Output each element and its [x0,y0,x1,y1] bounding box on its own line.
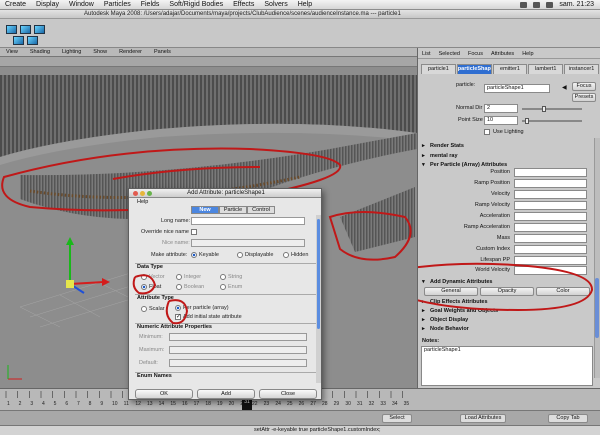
window-title: Autodesk Maya 2008: /Users/adajar/Docume… [0,10,600,19]
timeline-tick-label: 25 [287,401,293,407]
timeline-tick-label: 8 [89,401,92,407]
shelf [0,19,600,48]
timeline-tick-label: 9 [100,401,103,407]
shelf-tool-icon[interactable] [6,25,17,34]
timeline-tick-label: 34 [392,401,398,407]
timeline-tick-label: 23 [264,401,270,407]
timeline-tick-label: 20 [229,401,235,407]
timeline-tick-label: 29 [334,401,340,407]
shelf-tool-icon[interactable] [34,25,45,34]
menu-soft-rigid-bodies[interactable]: Soft/Rigid Bodies [164,1,228,8]
timeline-tick-label: 12 [135,401,141,407]
timeline-tick-label: 14 [159,401,165,407]
timeline-tick-label: 13 [147,401,153,407]
timeline-tick-label: 17 [194,401,200,407]
load-attributes-button[interactable]: Load Attributes [460,414,506,423]
wifi-icon[interactable] [533,1,541,8]
app-menubar: Create Display Window Particles Fields S… [0,0,600,10]
volume-icon[interactable] [546,1,554,8]
select-button[interactable]: Select [382,414,412,423]
shelf-tool-icon[interactable] [13,36,24,45]
shelf-tool-icon[interactable] [27,36,38,45]
viewport-menu-panels[interactable]: Panels [148,49,177,55]
timeline-tick-label: 5 [54,401,57,407]
menu-help[interactable]: Help [293,1,317,8]
timeline-tick-label: 4 [42,401,45,407]
menu-create[interactable]: Create [0,1,31,8]
timeline-tick-label: 28 [322,401,328,407]
command-line[interactable]: setAttr -e-keyable true particleShape1.c… [0,425,600,435]
timeline-tick-label: 18 [205,401,211,407]
viewport-menu: View Shading Lighting Show Renderer Pane… [0,48,417,57]
timeline-tick-label: 27 [310,401,316,407]
tray-icon[interactable] [520,1,528,8]
clock: sam. 21:23 [559,1,594,8]
add-attribute-dialog: Add Attribute: particleShape1 Help New P… [128,188,322,400]
copy-tab-button[interactable]: Copy Tab [548,414,588,423]
timeline-tick-label: 32 [369,401,375,407]
viewport-menu-renderer[interactable]: Renderer [113,49,148,55]
viewport-menu-lighting[interactable]: Lighting [56,49,87,55]
menu-effects[interactable]: Effects [228,1,259,8]
timeline-tick-label: 1 [7,401,10,407]
timeline-tick-label: 22 [252,401,258,407]
timeline-tick-label: 30 [345,401,351,407]
menu-solvers[interactable]: Solvers [259,1,292,8]
timeline-tick-label: 15 [170,401,176,407]
annotation-strokes [132,274,189,325]
timeline-tick-label: 3 [30,401,33,407]
menu-particles[interactable]: Particles [99,1,136,8]
timeline-tick-label: 6 [65,401,68,407]
timeline-tick-label: 19 [217,401,223,407]
timeline-tick-label: 2 [19,401,22,407]
timeline-tick-label: 7 [77,401,80,407]
attribute-editor: List Selected Focus Attributes Help part… [417,48,600,388]
viewport-menu-show[interactable]: Show [87,49,113,55]
viewport-menu-shading[interactable]: Shading [24,49,56,55]
timeline-tick-label: 16 [182,401,188,407]
stairs [340,187,415,252]
timeline-tick-label: 10 [112,401,118,407]
command-feedback: setAttr -e-keyable true particleShape1.c… [254,427,381,433]
viewport-toolbar [0,57,417,67]
timeline-tick-label: 24 [275,401,281,407]
timeline-tick-label: 31 [357,401,363,407]
range-slider[interactable]: Select Load Attributes Copy Tab [0,410,600,425]
timeline-tick-label: 26 [299,401,305,407]
move-manipulator-icon[interactable] [66,237,110,294]
annotation-strokes [418,262,594,312]
menu-window[interactable]: Window [64,1,99,8]
menu-display[interactable]: Display [31,1,64,8]
viewport-menu-view[interactable]: View [0,49,24,55]
timeline-tick-label: 11 [124,401,129,407]
timeline-tick-label: 35 [404,401,410,407]
axis-gizmo-icon [7,365,22,380]
shelf-tool-icon[interactable] [20,25,31,34]
timeline-tick-label: 33 [380,401,386,407]
menu-fields[interactable]: Fields [136,1,165,8]
